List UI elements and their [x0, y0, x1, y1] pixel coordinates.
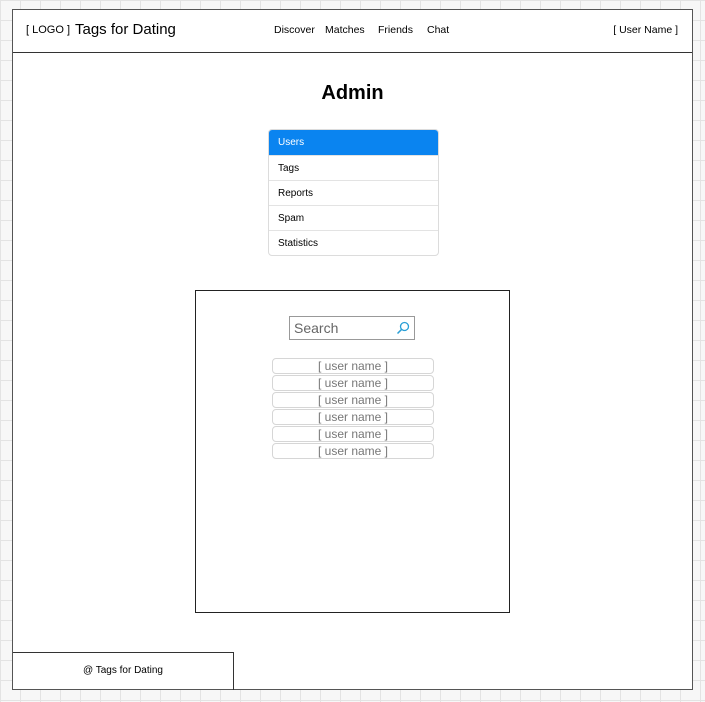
menu-item-reports[interactable]: Reports: [269, 180, 438, 205]
user-list-item[interactable]: [ user name ]: [272, 409, 434, 425]
menu-item-spam[interactable]: Spam: [269, 205, 438, 230]
search-box: [289, 316, 415, 340]
nav-discover[interactable]: Discover: [274, 24, 315, 36]
menu-item-statistics[interactable]: Statistics: [269, 230, 438, 255]
page-title: Admin: [321, 82, 384, 104]
user-list-item[interactable]: [ user name ]: [272, 358, 434, 374]
menu-item-users[interactable]: Users: [269, 130, 438, 155]
user-list: [ user name ] [ user name ] [ user name …: [272, 358, 434, 460]
site-title[interactable]: Tags for Dating: [75, 21, 176, 38]
nav-matches[interactable]: Matches: [325, 24, 365, 36]
admin-menu: Users Tags Reports Spam Statistics: [268, 129, 439, 256]
nav-friends[interactable]: Friends: [378, 24, 413, 36]
nav-chat[interactable]: Chat: [427, 24, 449, 36]
user-name-link[interactable]: [ User Name ]: [613, 24, 678, 36]
search-icon[interactable]: [396, 321, 410, 335]
user-list-item[interactable]: [ user name ]: [272, 375, 434, 391]
page-frame: [ LOGO ] Tags for Dating Discover Matche…: [12, 9, 693, 690]
user-list-item[interactable]: [ user name ]: [272, 426, 434, 442]
users-panel: [ user name ] [ user name ] [ user name …: [195, 290, 510, 613]
search-input[interactable]: [290, 317, 394, 338]
footer: @ Tags for Dating: [13, 652, 234, 690]
user-list-item[interactable]: [ user name ]: [272, 443, 434, 459]
logo[interactable]: [ LOGO ]: [26, 24, 70, 36]
user-list-item[interactable]: [ user name ]: [272, 392, 434, 408]
header: [ LOGO ] Tags for Dating Discover Matche…: [13, 10, 692, 53]
menu-item-tags[interactable]: Tags: [269, 155, 438, 180]
